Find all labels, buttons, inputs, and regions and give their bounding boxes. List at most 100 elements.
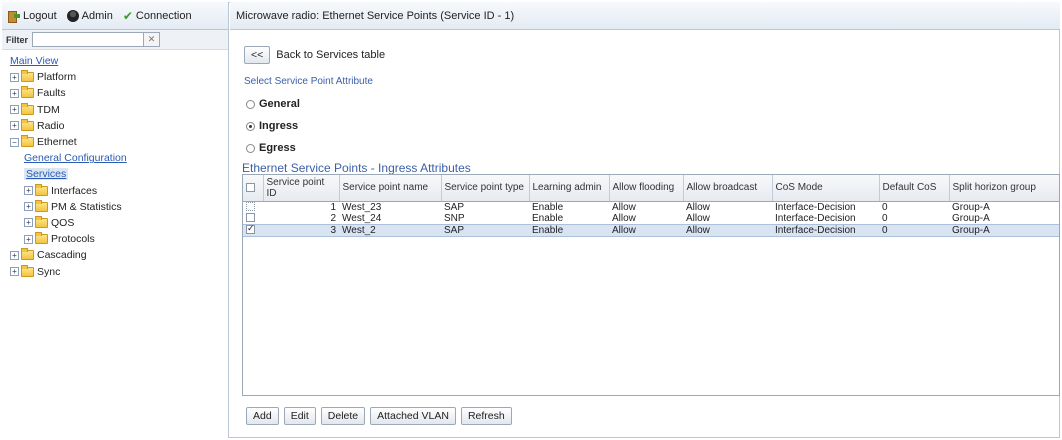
tree-item-interfaces[interactable]: + Interfaces bbox=[10, 183, 228, 199]
column-header[interactable]: Service point type bbox=[441, 175, 530, 202]
column-header[interactable]: Service point name bbox=[339, 175, 442, 202]
radio-general[interactable]: General bbox=[246, 98, 300, 110]
cell-cos-mode: Interface-Decision bbox=[772, 223, 879, 237]
tree-item-label: Main View bbox=[10, 55, 59, 68]
expand-icon[interactable]: + bbox=[24, 234, 33, 244]
cell-type: SNP bbox=[444, 212, 465, 224]
logout-label: Logout bbox=[23, 9, 57, 22]
column-header[interactable]: Allow broadcast bbox=[683, 175, 773, 202]
tree-item-main-view[interactable]: Main View bbox=[10, 53, 228, 69]
edit-button[interactable]: Edit bbox=[283, 407, 316, 425]
cell-learning: Enable bbox=[532, 212, 564, 224]
row-checkbox[interactable] bbox=[246, 225, 255, 235]
tree-item-label: Interfaces bbox=[51, 184, 98, 197]
expand-icon[interactable]: + bbox=[24, 218, 33, 228]
cell-flooding: Allow bbox=[612, 212, 636, 224]
row-checkbox[interactable] bbox=[246, 213, 255, 223]
refresh-button[interactable]: Refresh bbox=[460, 407, 512, 425]
collapse-icon[interactable]: − bbox=[10, 137, 19, 147]
cell-name: West_2 bbox=[339, 223, 441, 237]
clear-filter-icon[interactable]: ✕ bbox=[144, 32, 160, 47]
tree-item-qos[interactable]: + QOS bbox=[10, 215, 228, 231]
tree-item-cascading[interactable]: + Cascading bbox=[10, 247, 228, 263]
table-row[interactable]: 2 West_24 SNP Enable Allow Allow Interfa… bbox=[243, 212, 1059, 225]
tree-item-ethernet[interactable]: − Ethernet bbox=[10, 134, 228, 150]
table-row[interactable]: 1 West_23 SAP Enable Allow Allow Interfa… bbox=[243, 201, 1059, 213]
column-header[interactable]: Service point ID bbox=[263, 175, 340, 202]
radio-button[interactable] bbox=[246, 99, 255, 109]
column-header[interactable]: Allow flooding bbox=[609, 175, 684, 202]
tree-item-sync[interactable]: + Sync bbox=[10, 263, 228, 279]
radio-button[interactable] bbox=[246, 121, 255, 131]
column-header[interactable]: Split horizon group bbox=[949, 175, 1059, 202]
tree-item-label: Services bbox=[24, 168, 69, 181]
filter-input[interactable] bbox=[32, 32, 144, 47]
column-header[interactable]: CoS Mode bbox=[772, 175, 880, 202]
expand-icon[interactable]: + bbox=[24, 186, 33, 196]
cell-id: 2 bbox=[330, 212, 336, 224]
delete-button[interactable]: Delete bbox=[320, 407, 366, 425]
tree-item-platform[interactable]: + Platform bbox=[10, 69, 228, 85]
cell-split-horizon: Group-A bbox=[952, 212, 990, 224]
connection-label: Connection bbox=[135, 9, 192, 22]
radio-ingress[interactable]: Ingress bbox=[246, 120, 298, 132]
cell-broadcast: Allow bbox=[686, 201, 710, 213]
expand-icon[interactable]: + bbox=[10, 121, 19, 131]
radio-label: Egress bbox=[259, 142, 296, 154]
expand-icon[interactable]: + bbox=[10, 72, 19, 82]
back-button[interactable]: << bbox=[244, 46, 271, 64]
radio-egress[interactable]: Egress bbox=[246, 142, 296, 154]
connection-button[interactable]: ✔ Connection bbox=[123, 9, 192, 23]
row-checkbox[interactable] bbox=[246, 202, 255, 212]
column-header[interactable]: Learning admin bbox=[529, 175, 610, 202]
navigation-tree: Main View + Platform + Faults + TDM + Ra… bbox=[2, 50, 228, 280]
expand-icon[interactable]: + bbox=[10, 267, 19, 277]
table-title: Ethernet Service Points - Ingress Attrib… bbox=[242, 161, 471, 175]
expand-icon[interactable]: + bbox=[10, 105, 19, 115]
tree-item-tdm[interactable]: + TDM bbox=[10, 102, 228, 118]
column-header[interactable]: Default CoS bbox=[879, 175, 950, 202]
table-row-selected[interactable]: 3 West_2 SAP Enable Allow Allow Interfac… bbox=[243, 223, 1059, 237]
folder-icon bbox=[21, 248, 34, 261]
tree-item-radio[interactable]: + Radio bbox=[10, 118, 228, 134]
tree-item-services[interactable]: Services bbox=[10, 166, 228, 182]
expand-icon[interactable]: + bbox=[10, 250, 19, 260]
cell-type: SAP bbox=[441, 223, 529, 237]
cell-broadcast: Allow bbox=[683, 223, 772, 237]
expand-icon[interactable]: + bbox=[24, 202, 33, 212]
filter-bar: Filter ✕ bbox=[2, 30, 228, 50]
tree-item-label: Faults bbox=[37, 87, 66, 100]
service-points-table: Service point ID Service point name Serv… bbox=[242, 174, 1060, 396]
tree-item-label: Platform bbox=[37, 71, 77, 84]
main-panel: Microwave radio: Ethernet Service Points… bbox=[230, 2, 1060, 438]
attached-vlan-button[interactable]: Attached VLAN bbox=[370, 407, 456, 425]
cell-default-cos: 0 bbox=[882, 201, 888, 213]
radio-button[interactable] bbox=[246, 143, 255, 153]
select-attribute-title: Select Service Point Attribute bbox=[244, 76, 373, 87]
action-buttons: Add Edit Delete Attached VLAN Refresh bbox=[246, 407, 512, 425]
folder-icon bbox=[21, 86, 34, 99]
folder-icon bbox=[35, 232, 48, 245]
select-all-checkbox[interactable] bbox=[246, 183, 255, 193]
folder-icon bbox=[35, 199, 48, 212]
tree-item-label: Cascading bbox=[37, 249, 87, 262]
tree-item-protocols[interactable]: + Protocols bbox=[10, 231, 228, 247]
sidebar-toolbar: Logout Admin ✔ Connection bbox=[2, 2, 228, 30]
logout-button[interactable]: Logout bbox=[8, 9, 57, 23]
cell-id: 3 bbox=[263, 223, 339, 237]
admin-button[interactable]: Admin bbox=[66, 9, 113, 22]
expand-icon[interactable]: + bbox=[10, 88, 19, 98]
cell-cos-mode: Interface-Decision bbox=[775, 212, 856, 224]
cell-learning: Enable bbox=[532, 201, 564, 213]
cell-learning: Enable bbox=[529, 223, 609, 237]
add-button[interactable]: Add bbox=[246, 407, 279, 425]
tree-item-label: General Configuration bbox=[24, 152, 127, 165]
folder-icon bbox=[35, 215, 48, 228]
select-all-cell bbox=[243, 175, 264, 202]
folder-icon bbox=[21, 264, 34, 277]
table-header-row: Service point ID Service point name Serv… bbox=[243, 175, 1059, 202]
sidebar: Logout Admin ✔ Connection Filter ✕ Main … bbox=[2, 2, 229, 438]
tree-item-general-configuration[interactable]: General Configuration bbox=[10, 150, 228, 166]
tree-item-pm-statistics[interactable]: + PM & Statistics bbox=[10, 199, 228, 215]
tree-item-faults[interactable]: + Faults bbox=[10, 85, 228, 101]
